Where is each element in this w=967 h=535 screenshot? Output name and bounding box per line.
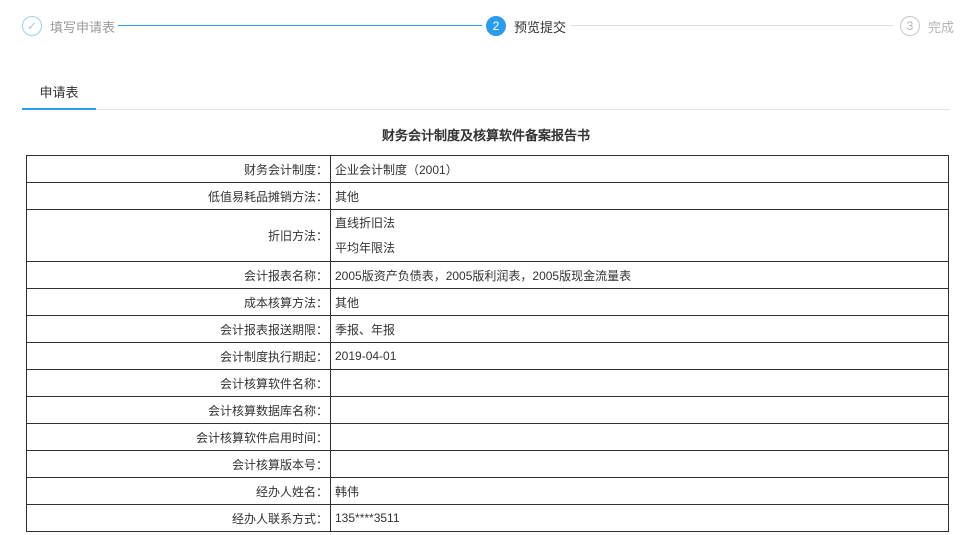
tab-bar: 申请表 [22,82,950,110]
table-row: 成本核算方法： 其他 [26,288,949,316]
step-connector-done [118,25,482,26]
table-row: 会计核算软件启用时间： [26,423,949,451]
table-row: 会计核算数据库名称： [26,396,949,424]
field-label: 低值易耗品摊销方法： [26,182,331,210]
field-value-line: 直线折旧法 [335,215,396,230]
field-label: 折旧方法： [26,209,331,262]
step-preview-submit: 2 预览提交 [486,14,566,38]
table-row: 低值易耗品摊销方法： 其他 [26,182,949,210]
field-value: 其他 [330,182,949,210]
progress-stepper: ✓ 填写申请表 2 预览提交 3 完成 [0,0,967,52]
table-row: 会计核算版本号： [26,450,949,478]
field-label: 财务会计制度： [26,155,331,183]
field-label: 成本核算方法： [26,288,331,316]
table-row: 经办人姓名： 韩伟 [26,477,949,505]
table-row: 会计报表报送期限： 季报、年报 [26,315,949,343]
table-row: 折旧方法： 直线折旧法 平均年限法 [26,209,949,262]
field-value [330,450,949,478]
table-row: 会计报表名称： 2005版资产负债表，2005版利润表，2005版现金流量表 [26,261,949,289]
report-table: 财务会计制度： 企业会计制度（2001） 低值易耗品摊销方法： 其他 折旧方法： 直线折旧… [26,155,949,532]
field-value: 2019-04-01 [330,342,949,370]
step-connector-todo [571,25,893,26]
field-value [330,396,949,424]
field-value: 2005版资产负债表，2005版利润表，2005版现金流量表 [330,261,949,289]
table-row: 会计核算软件名称： [26,369,949,397]
field-label: 会计核算版本号： [26,450,331,478]
field-label: 会计报表名称： [26,261,331,289]
step-complete: 3 完成 [900,14,954,38]
tab-application-form[interactable]: 申请表 [22,82,96,110]
step-fill-form: ✓ 填写申请表 [22,14,115,38]
table-row: 会计制度执行期起： 2019-04-01 [26,342,949,370]
step-number: 3 [900,16,920,36]
field-label: 会计核算软件名称： [26,369,331,397]
report-title: 财务会计制度及核算软件备案报告书 [381,128,590,143]
field-label: 经办人姓名： [26,477,331,505]
field-value-line: 平均年限法 [335,240,396,255]
field-value: 季报、年报 [330,315,949,343]
table-row: 财务会计制度： 企业会计制度（2001） [26,155,949,183]
field-label: 会计报表报送期限： [26,315,331,343]
step-label: 填写申请表 [50,19,116,35]
field-label: 经办人联系方式： [26,504,331,532]
field-value: 其他 [330,288,949,316]
checkmark-icon: ✓ [22,16,42,36]
table-row: 经办人联系方式： 135****3511 [26,504,949,532]
field-value: 企业会计制度（2001） [330,155,949,183]
field-label: 会计核算数据库名称： [26,396,331,424]
field-label: 会计制度执行期起： [26,342,331,370]
step-label: 完成 [928,19,955,35]
field-value: 直线折旧法平均年限法 [330,209,949,262]
step-number: 2 [486,16,506,36]
step-label: 预览提交 [514,19,567,35]
field-value [330,423,949,451]
field-value: 韩伟 [330,477,949,505]
field-value [330,369,949,397]
field-label: 会计核算软件启用时间： [26,423,331,451]
field-value: 135****3511 [330,504,949,532]
